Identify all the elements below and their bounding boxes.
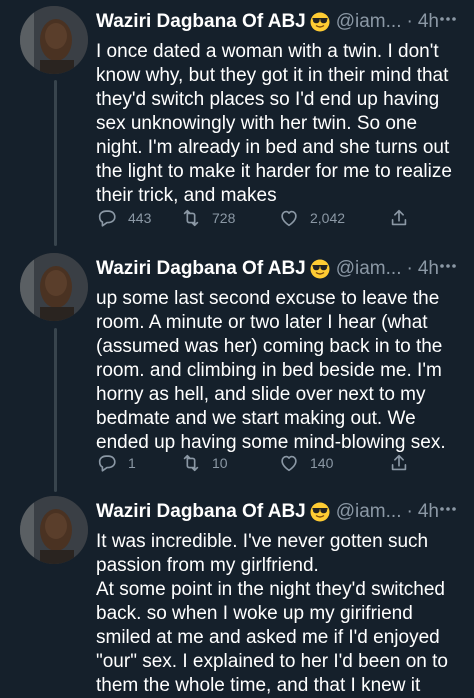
- tweet-text-line: It was incredible. I've never gotten suc…: [96, 531, 429, 576]
- like-button[interactable]: 2,042: [278, 207, 388, 229]
- tweet[interactable]: Waziri Dagbana Of ABJ @iam... · 4h I onc…: [0, 6, 474, 242]
- heart-icon: [281, 210, 297, 227]
- tweet-text: up some last second excuse to leave the …: [96, 288, 446, 453]
- retweet-icon: [183, 209, 199, 227]
- avatar[interactable]: [20, 496, 88, 564]
- more-icon[interactable]: [434, 8, 462, 36]
- avatar[interactable]: [20, 6, 88, 74]
- handle[interactable]: @iam...: [336, 258, 402, 280]
- retweet-icon: [183, 454, 199, 472]
- separator-dot: ·: [406, 258, 413, 279]
- tweet[interactable]: Waziri Dagbana Of ABJ @iam... · 4h up so…: [0, 253, 474, 489]
- reply-count: 443: [128, 210, 152, 226]
- tweet-actions: 1 10 140: [96, 449, 442, 477]
- more-icon[interactable]: [434, 255, 462, 283]
- avatar[interactable]: [20, 253, 88, 321]
- display-name[interactable]: Waziri Dagbana Of ABJ: [96, 258, 306, 280]
- retweet-button[interactable]: 728: [180, 207, 280, 229]
- reply-button[interactable]: 1: [96, 452, 186, 474]
- tweet[interactable]: Waziri Dagbana Of ABJ @iam... · 4h It wa…: [0, 496, 474, 696]
- tweet-actions: 443 728 2,042: [96, 204, 442, 232]
- share-icon: [391, 209, 407, 226]
- like-count: 140: [310, 455, 334, 471]
- tweet-header: Waziri Dagbana Of ABJ @iam... · 4h: [96, 496, 462, 528]
- reply-button[interactable]: 443: [96, 207, 186, 229]
- heart-icon: [281, 455, 297, 472]
- separator-dot: ·: [406, 501, 413, 522]
- like-button[interactable]: 140: [278, 452, 388, 474]
- reply-icon: [98, 455, 116, 472]
- more-icon[interactable]: [434, 498, 462, 526]
- handle[interactable]: @iam...: [336, 501, 402, 523]
- separator-dot: ·: [406, 11, 413, 32]
- share-icon: [391, 454, 407, 471]
- share-button[interactable]: [388, 452, 410, 474]
- reply-count: 1: [128, 455, 136, 471]
- like-count: 2,042: [310, 210, 346, 226]
- handle[interactable]: @iam...: [336, 11, 402, 33]
- sunglasses-emoji-icon: [310, 259, 330, 279]
- tweet-text: I once dated a woman with a twin. I don'…: [96, 41, 452, 206]
- sunglasses-emoji-icon: [310, 12, 330, 32]
- tweet-text-line: At some point in the night they'd switch…: [96, 579, 448, 696]
- share-button[interactable]: [388, 207, 410, 229]
- reply-icon: [98, 210, 116, 227]
- sunglasses-emoji-icon: [310, 502, 330, 522]
- retweet-count: 10: [212, 455, 228, 471]
- tweet-header: Waziri Dagbana Of ABJ @iam... · 4h: [96, 253, 462, 285]
- tweet-text: It was incredible. I've never gotten suc…: [96, 530, 462, 698]
- display-name[interactable]: Waziri Dagbana Of ABJ: [96, 11, 306, 33]
- retweet-button[interactable]: 10: [180, 452, 280, 474]
- display-name[interactable]: Waziri Dagbana Of ABJ: [96, 501, 306, 523]
- tweet-header: Waziri Dagbana Of ABJ @iam... · 4h: [96, 6, 462, 38]
- retweet-count: 728: [212, 210, 236, 226]
